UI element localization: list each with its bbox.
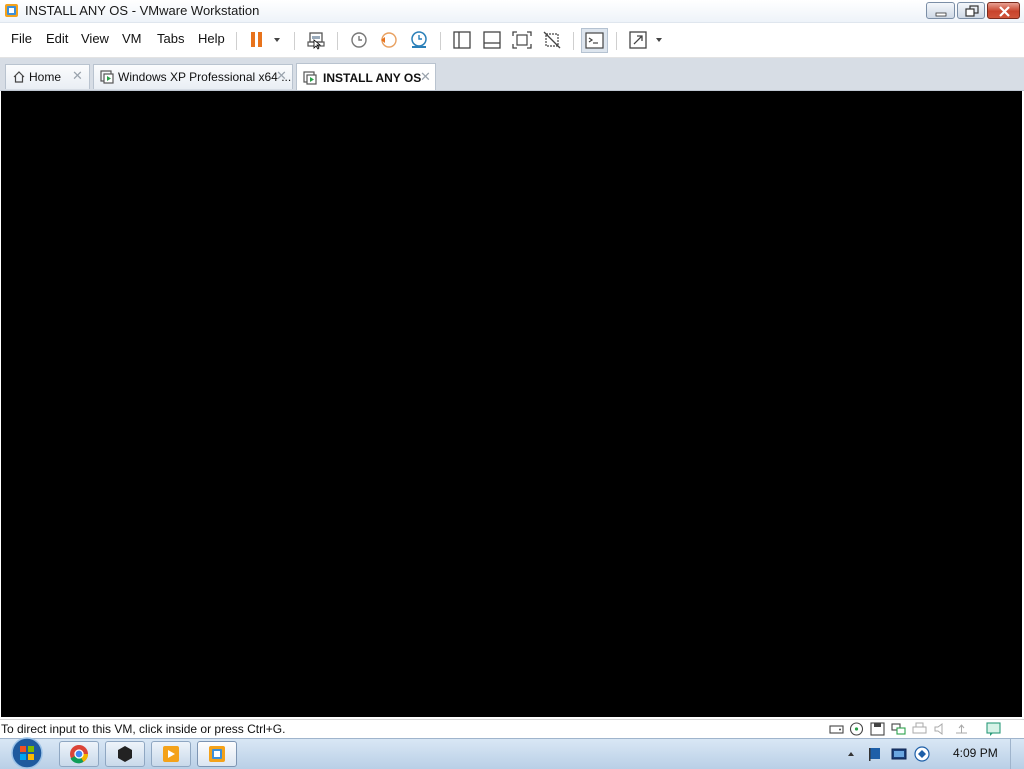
status-bar: To direct input to this VM, click inside… — [0, 719, 1024, 739]
snapshot-manager-icon[interactable] — [406, 28, 432, 52]
console-view-icon — [585, 32, 604, 49]
close-tab-icon[interactable]: ✕ — [72, 68, 83, 84]
close-button[interactable] — [987, 2, 1020, 19]
taskbar-chrome[interactable] — [59, 741, 99, 767]
vmware-logo-icon — [5, 4, 18, 17]
network-tray-icon[interactable] — [891, 746, 907, 762]
tab-label: INSTALL ANY OS — [323, 71, 422, 85]
toolbar-separator — [573, 32, 574, 50]
close-icon — [999, 6, 1010, 17]
menu-vm[interactable]: VM — [122, 31, 142, 46]
show-hidden-icons-icon[interactable] — [845, 746, 857, 762]
revert-snapshot-icon[interactable] — [376, 28, 402, 52]
toolbar-separator — [440, 32, 441, 50]
console-view-button[interactable] — [581, 28, 608, 53]
chrome-icon — [70, 745, 88, 764]
floppy-icon[interactable] — [870, 722, 885, 736]
printer-icon[interactable] — [912, 722, 927, 736]
taskbar-terminal[interactable] — [105, 741, 145, 767]
sound-card-icon[interactable] — [933, 722, 948, 736]
send-ctrl-alt-del-icon[interactable] — [303, 28, 329, 52]
show-desktop-button[interactable] — [1010, 739, 1024, 769]
stretch-icon[interactable] — [625, 28, 651, 52]
restore-icon — [965, 5, 979, 17]
toolbar-separator — [337, 32, 338, 50]
library-icon[interactable] — [449, 28, 475, 52]
menu-file[interactable]: File — [11, 31, 32, 46]
action-center-flag-icon[interactable] — [867, 746, 883, 762]
menu-view[interactable]: View — [81, 31, 109, 46]
tab-label: Home — [29, 70, 62, 84]
title-bar: INSTALL ANY OS - VMware Workstation — [0, 0, 1024, 23]
usb-icon[interactable] — [954, 722, 969, 736]
tab-windows-xp[interactable]: Windows XP Professional x64 ... ✕ — [93, 64, 293, 89]
pause-icon[interactable] — [244, 28, 270, 52]
unity-icon[interactable] — [539, 28, 565, 52]
menu-tabs[interactable]: Tabs — [157, 31, 184, 46]
taskbar-media-player[interactable] — [151, 741, 191, 767]
vmware-tray-icon[interactable] — [914, 746, 930, 762]
vm-running-icon — [303, 71, 317, 85]
vm-icon — [100, 70, 114, 84]
tab-install-any-os[interactable]: INSTALL ANY OS ✕ — [296, 63, 436, 90]
cd-dvd-icon[interactable] — [849, 722, 864, 736]
tab-strip: Home ✕ Windows XP Professional x64 ... ✕… — [0, 58, 1024, 91]
close-tab-icon[interactable]: ✕ — [420, 69, 431, 85]
minimize-icon — [935, 12, 947, 17]
hard-disk-icon[interactable] — [829, 722, 844, 736]
media-player-icon — [163, 746, 179, 762]
tab-home[interactable]: Home ✕ — [5, 64, 90, 89]
window-title: INSTALL ANY OS - VMware Workstation — [25, 3, 260, 18]
menu-help[interactable]: Help — [198, 31, 225, 46]
close-tab-icon[interactable]: ✕ — [276, 68, 287, 84]
network-adapter-icon[interactable] — [891, 722, 906, 736]
vmware-icon — [209, 746, 225, 762]
tab-label: Windows XP Professional x64 ... — [118, 70, 292, 84]
windows-taskbar: 4:09 PM — [0, 735, 1024, 769]
minimize-button[interactable] — [926, 2, 955, 19]
message-log-icon[interactable] — [986, 722, 1001, 736]
dropdown-arrow-icon[interactable] — [268, 28, 286, 52]
home-icon — [13, 71, 25, 83]
restore-button[interactable] — [957, 2, 985, 19]
vm-console-screen[interactable] — [1, 91, 1022, 717]
dropdown-arrow-icon[interactable] — [650, 28, 668, 52]
taskbar-vmware[interactable] — [197, 741, 237, 767]
full-screen-icon[interactable] — [509, 28, 535, 52]
start-button-icon[interactable] — [8, 735, 46, 769]
taskbar-clock[interactable]: 4:09 PM — [953, 746, 998, 760]
menu-edit[interactable]: Edit — [46, 31, 68, 46]
toolbar-separator — [616, 32, 617, 50]
toolbar-separator — [294, 32, 295, 50]
menu-toolbar: File Edit View VM Tabs Help — [0, 23, 1024, 58]
toolbar-separator — [236, 32, 237, 50]
status-message: To direct input to this VM, click inside… — [1, 722, 286, 736]
snapshot-icon[interactable] — [346, 28, 372, 52]
thumbnail-bar-icon[interactable] — [479, 28, 505, 52]
terminal-icon — [118, 746, 132, 762]
